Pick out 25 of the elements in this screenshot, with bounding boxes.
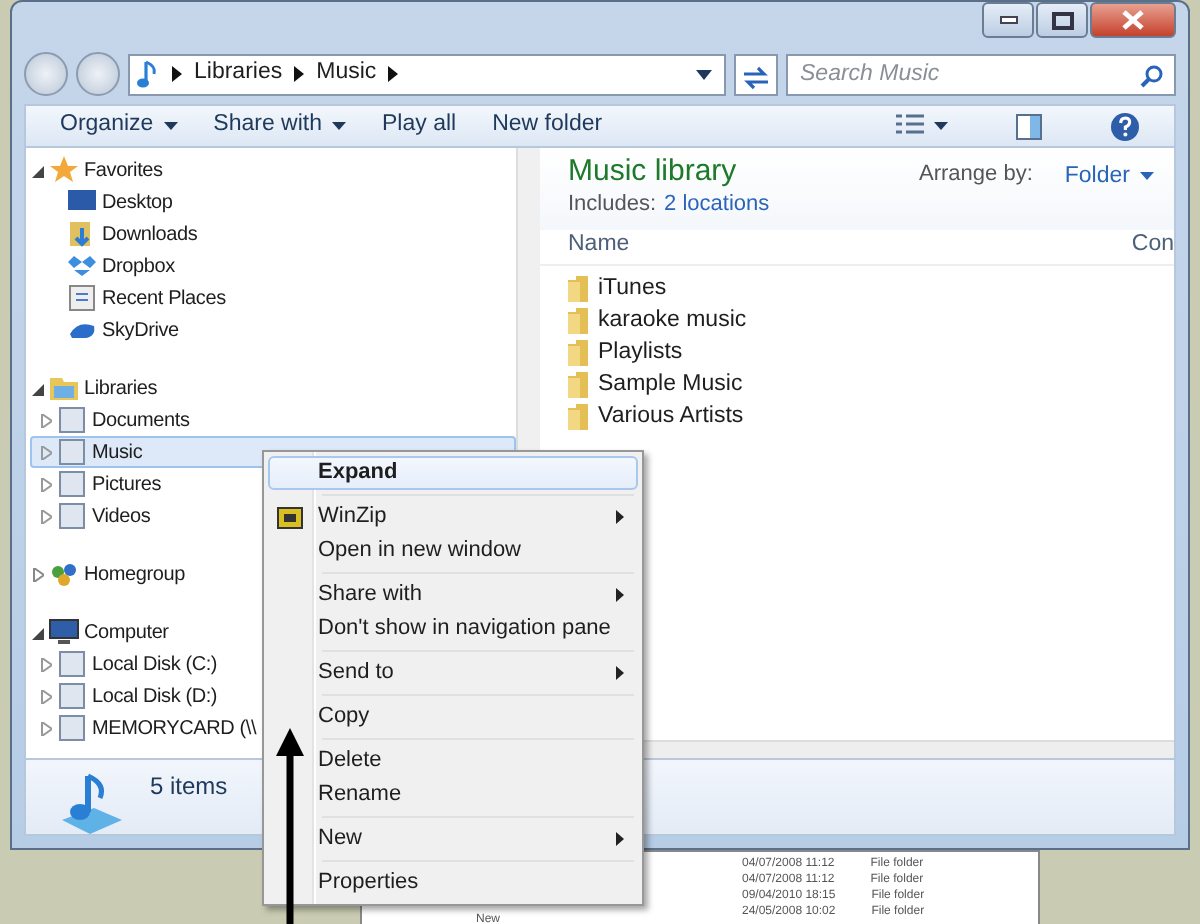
nav-label: Dropbox: [102, 253, 175, 281]
nav-label: Favorites: [84, 157, 163, 185]
file-name: karaoke music: [598, 305, 747, 336]
file-name: iTunes: [598, 273, 667, 304]
arrange-label: Arrange by:: [919, 162, 1033, 191]
file-name: Playlists: [598, 337, 683, 368]
nav-label: Videos: [92, 503, 151, 531]
nav-label: Libraries: [84, 375, 158, 403]
nav-label: Documents: [92, 407, 190, 435]
item-count: 5 items: [150, 770, 228, 804]
nav-label: Desktop: [102, 189, 173, 217]
nav-label: Homegroup: [84, 561, 185, 589]
nav-label: MEMORYCARD (\\: [92, 715, 257, 743]
file-name: Sample Music: [598, 369, 743, 400]
library-title: Music library: [568, 154, 739, 192]
nav-label: SkyDrive: [102, 317, 179, 345]
nav-label: Downloads: [102, 221, 198, 249]
nav-label: Music: [92, 439, 143, 467]
includes-label: Includes:: [568, 191, 657, 219]
file-name: Various Artists: [598, 401, 744, 432]
nav-label: Local Disk (C:): [92, 651, 218, 679]
nav-label: Computer: [84, 619, 169, 647]
nav-label: Pictures: [92, 471, 162, 499]
nav-label: Local Disk (D:): [92, 683, 218, 711]
nav-label: Recent Places: [102, 285, 226, 313]
